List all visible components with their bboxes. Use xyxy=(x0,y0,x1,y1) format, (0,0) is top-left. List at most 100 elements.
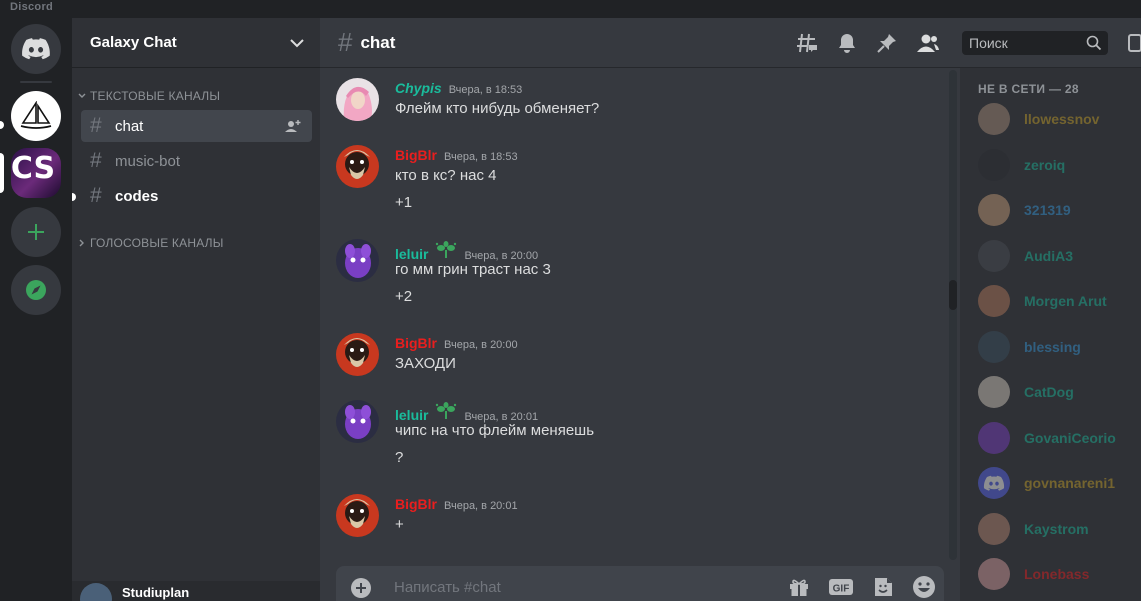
message-list: Chypis Вчера, в 18:53 Флейм кто нибудь о… xyxy=(320,68,948,561)
chevron-down-icon xyxy=(78,93,86,98)
gif-icon[interactable]: GIF xyxy=(828,577,854,597)
message-author[interactable]: BigBlr xyxy=(395,496,437,512)
channel-chat[interactable]: # chat xyxy=(81,110,312,142)
message-text: ЗАХОДИ xyxy=(395,355,456,372)
hashtag-icon: # xyxy=(90,184,102,207)
compass-icon xyxy=(26,280,46,300)
hashtag-icon: # xyxy=(90,149,102,172)
member-name: Lonebass xyxy=(1024,566,1090,582)
message-author[interactable]: leluir xyxy=(395,246,428,262)
member-avatar xyxy=(978,285,1010,317)
gif-label: GIF xyxy=(833,584,850,595)
channel-title: chat xyxy=(360,32,396,52)
inbox-icon[interactable] xyxy=(1128,34,1141,52)
member-avatar xyxy=(978,512,1010,545)
channel-label: chat xyxy=(115,117,144,135)
channel-music-bot[interactable]: # music-bot xyxy=(81,145,312,177)
nitro-boost-badge-icon xyxy=(436,402,457,419)
category-label: ТЕКСТОВЫЕ КАНАЛЫ xyxy=(90,89,221,103)
member-avatar xyxy=(978,376,1010,408)
message-author[interactable]: Chypis xyxy=(395,80,442,96)
member-item[interactable]: govnanareni1 xyxy=(978,466,1115,500)
message-text: кто в кс? нас 4 xyxy=(395,167,497,184)
guild-header[interactable]: Galaxy Chat xyxy=(72,18,320,68)
message-text: ? xyxy=(395,449,404,466)
channel-header: # chat Поиск xyxy=(320,18,1141,68)
chevron-down-icon xyxy=(290,38,304,47)
member-avatar xyxy=(978,239,1010,272)
member-name: CatDog xyxy=(1024,384,1074,400)
member-avatar xyxy=(978,421,1010,454)
member-name: Morgen Arut xyxy=(1024,293,1107,309)
hashtag-icon: # xyxy=(90,114,102,137)
emoji-icon[interactable] xyxy=(912,575,936,599)
member-item[interactable]: Lonebass xyxy=(978,557,1089,591)
member-name: Kaystrom xyxy=(1024,520,1089,537)
threads-icon[interactable] xyxy=(796,32,818,54)
user-avatar[interactable] xyxy=(336,78,379,121)
add-server-button[interactable] xyxy=(11,207,61,257)
guild-name: Galaxy Chat xyxy=(90,34,177,51)
member-name: 321319 xyxy=(1024,202,1071,218)
user-avatar[interactable] xyxy=(336,239,379,282)
member-avatar xyxy=(978,194,1010,226)
server-galaxy-letters: CS xyxy=(11,150,56,186)
member-name: llowessnov xyxy=(1024,111,1100,127)
channel-label: music-bot xyxy=(115,152,181,170)
member-name: govnanareni1 xyxy=(1024,475,1116,491)
message-text: го мм грин траст нас 3 xyxy=(395,261,551,278)
scrollbar-track[interactable] xyxy=(949,70,957,560)
gift-icon[interactable] xyxy=(788,576,810,598)
message-timestamp: Вчера, в 18:53 xyxy=(448,84,523,96)
user-avatar[interactable] xyxy=(336,400,379,443)
upload-plus-icon[interactable] xyxy=(350,577,372,599)
message-text: чипс на что флейм меняешь xyxy=(395,422,595,439)
member-item[interactable]: zeroiq xyxy=(978,148,1065,182)
user-avatar[interactable] xyxy=(336,145,379,188)
server-sailboat[interactable] xyxy=(11,91,61,141)
scrollbar-thumb[interactable] xyxy=(949,280,957,310)
message-text: Флейм кто нибудь обменяет? xyxy=(395,100,600,117)
selected-server-pill xyxy=(0,153,4,193)
members-icon[interactable] xyxy=(916,32,940,54)
message-author[interactable]: BigBlr xyxy=(395,147,437,163)
member-item[interactable]: Morgen Arut xyxy=(978,284,1107,318)
bell-icon[interactable] xyxy=(836,32,858,54)
user-avatar[interactable] xyxy=(336,494,379,537)
category-text-channels[interactable]: ТЕКСТОВЫЕ КАНАЛЫ xyxy=(78,89,220,103)
chat-area: # chat Поиск Chypis Вчера, в 18:53 Флейм… xyxy=(320,18,1141,601)
message-text: +1 xyxy=(395,194,413,211)
message-timestamp: Вчера, в 18:53 xyxy=(444,151,518,163)
member-item[interactable]: GovaniCeorio xyxy=(978,421,1116,455)
member-avatar xyxy=(978,558,1010,590)
sticker-icon[interactable] xyxy=(872,576,894,598)
sailboat-icon xyxy=(20,101,52,129)
home-button[interactable] xyxy=(11,24,61,74)
member-item[interactable]: llowessnov xyxy=(978,102,1099,136)
member-item[interactable]: AudiA3 xyxy=(978,239,1073,273)
message-author[interactable]: leluir xyxy=(395,407,428,423)
message-author[interactable]: BigBlr xyxy=(395,335,437,351)
explore-servers-button[interactable] xyxy=(11,265,61,315)
category-voice-channels[interactable]: ГОЛОСОВЫЕ КАНАЛЫ xyxy=(78,236,224,250)
member-item[interactable]: blessing xyxy=(978,330,1081,364)
chevron-right-icon xyxy=(79,239,84,247)
unread-pill xyxy=(0,121,4,129)
user-avatar[interactable] xyxy=(336,333,379,376)
hashtag-icon: # xyxy=(338,27,353,57)
add-member-icon[interactable] xyxy=(284,118,302,134)
server-galaxy-chat[interactable]: CS xyxy=(11,148,61,198)
member-item[interactable]: 321319 xyxy=(978,193,1071,227)
member-item[interactable]: Kaystrom xyxy=(978,512,1089,546)
member-name: GovaniCeorio xyxy=(1024,429,1116,446)
user-avatar[interactable] xyxy=(80,583,112,601)
pin-icon[interactable] xyxy=(876,32,898,54)
message-input-placeholder: Написать #chat xyxy=(394,579,501,596)
member-name: blessing xyxy=(1024,338,1081,355)
message-input[interactable]: Написать #chat GIF xyxy=(336,566,944,601)
search-input[interactable]: Поиск xyxy=(962,31,1108,55)
member-item[interactable]: CatDog xyxy=(978,375,1074,409)
member-avatar xyxy=(978,467,1010,499)
channel-codes[interactable]: # codes xyxy=(81,180,312,212)
header-toolbar xyxy=(796,32,940,54)
